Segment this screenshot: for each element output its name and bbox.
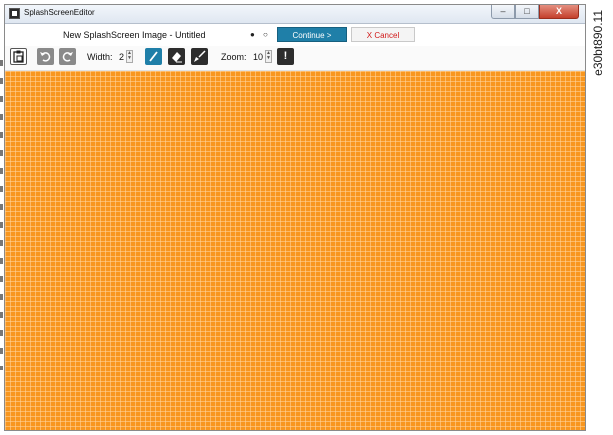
- clipboard-icon: [13, 50, 24, 63]
- title-bar[interactable]: SplashScreenEditor – □ X: [5, 5, 585, 24]
- close-button[interactable]: X: [539, 5, 579, 19]
- info-button[interactable]: !: [277, 48, 294, 65]
- maximize-button[interactable]: □: [515, 5, 539, 19]
- redo-button[interactable]: [59, 48, 76, 65]
- pencil-tool-button[interactable]: [145, 48, 162, 65]
- eraser-tool-button[interactable]: [168, 48, 185, 65]
- undo-icon: [40, 52, 51, 62]
- width-label: Width:: [87, 52, 113, 62]
- document-title: New SplashScreen Image - Untitled: [63, 30, 206, 40]
- app-icon: [9, 8, 20, 19]
- eraser-icon: [172, 52, 182, 63]
- toolbar: Width: 2 ▲ ▼ Zoom: 10 ▲ ▼ !: [5, 46, 585, 71]
- width-spin-arrows[interactable]: ▲ ▼: [126, 50, 134, 63]
- zoom-stepper[interactable]: 10 ▲ ▼: [253, 49, 273, 64]
- brush-icon: [194, 50, 206, 62]
- zoom-value: 10: [253, 51, 264, 62]
- width-stepper[interactable]: 2 ▲ ▼: [119, 49, 134, 64]
- pencil-icon: [149, 51, 158, 62]
- redo-icon: [62, 52, 73, 62]
- header-bar: New SplashScreen Image - Untitled ● ○ Co…: [5, 24, 585, 46]
- page-indicator[interactable]: ● ○: [250, 30, 271, 39]
- zoom-label: Zoom:: [221, 52, 247, 62]
- continue-button[interactable]: Continue >: [277, 27, 347, 42]
- figure-code-text: e30bt890.11: [591, 10, 605, 76]
- width-value: 2: [119, 51, 125, 62]
- exclamation-icon: !: [283, 50, 288, 62]
- zoom-spin-arrows[interactable]: ▲ ▼: [265, 50, 273, 63]
- left-edge-marks: [0, 60, 3, 370]
- window-title: SplashScreenEditor: [24, 8, 95, 17]
- app-window: SplashScreenEditor – □ X New SplashScree…: [4, 4, 586, 431]
- figure-code: e30bt890.11: [591, 10, 609, 120]
- undo-button[interactable]: [37, 48, 54, 65]
- window-controls: – □ X: [491, 5, 579, 20]
- clipboard-button[interactable]: [10, 48, 27, 65]
- minimize-button[interactable]: –: [491, 5, 515, 19]
- pixel-canvas[interactable]: [5, 71, 585, 430]
- brush-tool-button[interactable]: [191, 48, 208, 65]
- cancel-button[interactable]: X Cancel: [351, 27, 415, 42]
